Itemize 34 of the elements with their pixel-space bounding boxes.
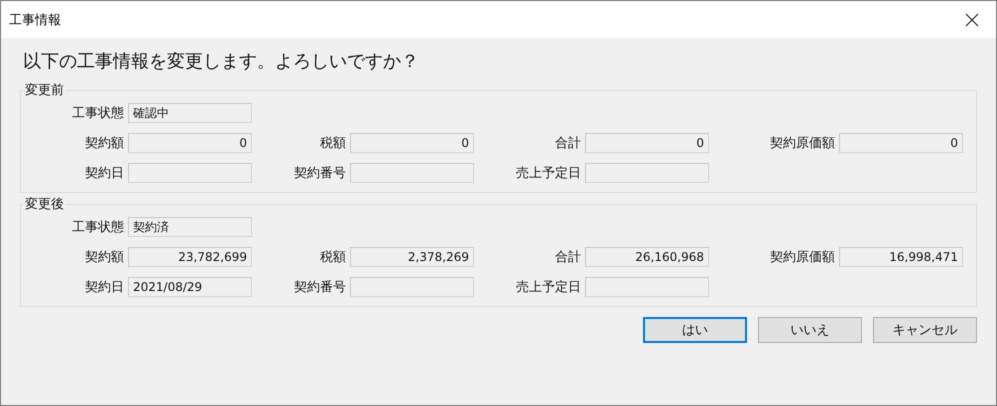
field-label: 売上予定日 — [515, 165, 581, 182]
readonly-field: 0 — [839, 133, 963, 153]
readonly-field: 確認中 — [128, 103, 252, 123]
readonly-field: 2021/08/29 — [128, 277, 252, 297]
dialog-button[interactable]: はい — [643, 317, 747, 343]
dialog-button[interactable]: いいえ — [758, 317, 862, 343]
readonly-field: 26,160,968 — [585, 247, 709, 267]
field-label: 工事状態 — [71, 219, 124, 236]
field-label: 売上予定日 — [515, 279, 581, 296]
group-title: 変更前 — [24, 82, 65, 99]
field-label: 契約原価額 — [769, 249, 835, 266]
dialog-button[interactable]: キャンセル — [873, 317, 977, 343]
field-label: 契約番号 — [293, 279, 346, 296]
field-label: 工事状態 — [71, 105, 124, 122]
readonly-field: 0 — [350, 133, 474, 153]
readonly-field: 16,998,471 — [839, 247, 963, 267]
field-label: 合計 — [554, 135, 581, 152]
readonly-field: 2,378,269 — [350, 247, 474, 267]
readonly-field: 0 — [128, 133, 252, 153]
field-label: 税額 — [319, 249, 346, 266]
readonly-field: 0 — [585, 133, 709, 153]
readonly-field: 契約済 — [128, 217, 252, 237]
group-title: 変更後 — [24, 196, 65, 213]
confirm-message: 以下の工事情報を変更します。よろしいですか？ — [23, 50, 420, 74]
field-label: 契約日 — [84, 279, 124, 296]
field-label: 契約日 — [84, 165, 124, 182]
window-title: 工事情報 — [9, 12, 61, 28]
field-label: 契約番号 — [293, 165, 346, 182]
readonly-field: 23,782,699 — [128, 247, 252, 267]
field-label: 税額 — [319, 135, 346, 152]
field-label: 契約額 — [84, 135, 124, 152]
field-label: 契約額 — [84, 249, 124, 266]
field-label: 合計 — [554, 249, 581, 266]
field-label: 契約原価額 — [769, 135, 835, 152]
